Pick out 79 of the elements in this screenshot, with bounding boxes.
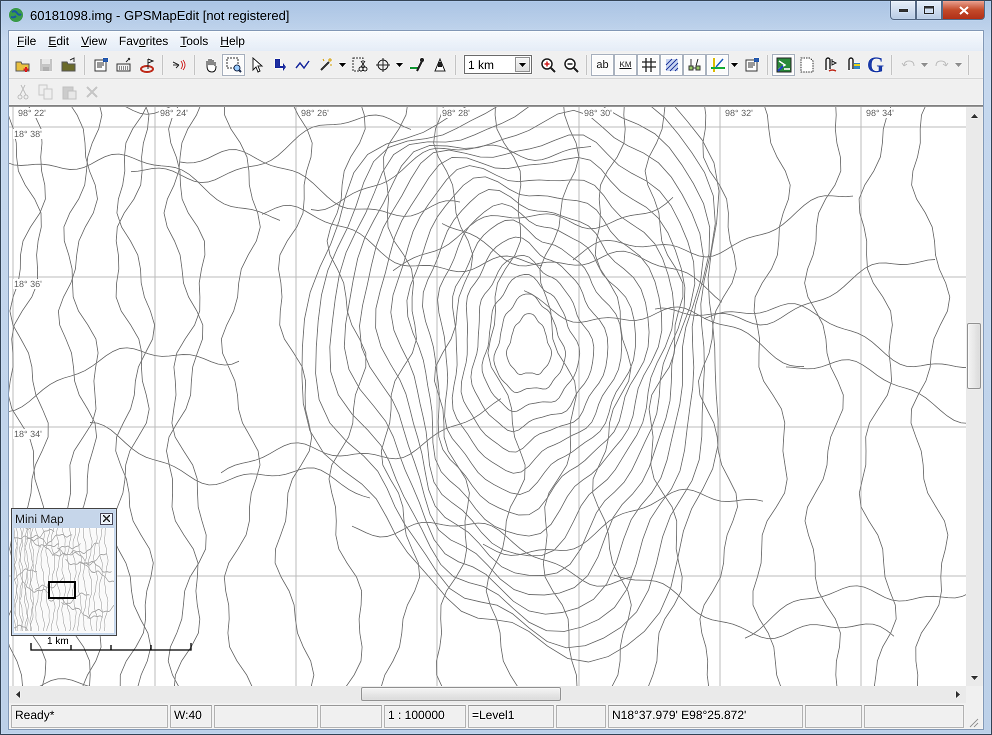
left-arrow-icon bbox=[16, 691, 20, 698]
toolbar-button[interactable]: KM bbox=[614, 54, 637, 76]
horizontal-scrollbar[interactable] bbox=[9, 686, 966, 703]
close-button[interactable] bbox=[942, 1, 985, 20]
document-icon bbox=[92, 56, 108, 72]
zoom-out-icon bbox=[562, 56, 578, 72]
right-arrow-icon bbox=[956, 691, 960, 698]
paste-icon bbox=[60, 84, 76, 100]
caret-icon bbox=[519, 62, 526, 66]
menu-item[interactable]: File bbox=[11, 34, 42, 48]
status-pane: 1 : 100000 bbox=[384, 705, 466, 728]
globe-icon bbox=[8, 7, 24, 23]
caret-icon bbox=[731, 62, 738, 66]
scroll-thumb[interactable] bbox=[967, 323, 981, 389]
longitude-label: 98° 24' bbox=[159, 108, 189, 118]
longitude-label: 98° 22' bbox=[17, 108, 47, 118]
status-pane: N18°37.979' E98°25.872' bbox=[608, 705, 803, 728]
down-arrow-icon bbox=[971, 676, 978, 680]
scroll-thumb[interactable] bbox=[361, 687, 561, 701]
maximize-button[interactable] bbox=[916, 1, 942, 20]
hatch-icon bbox=[664, 56, 680, 72]
window-title: 60181098.img - GPSMapEdit [not registered] bbox=[30, 8, 290, 23]
zoom-in-icon bbox=[540, 56, 556, 72]
scale-dropdown[interactable]: 1 km bbox=[464, 55, 532, 74]
folder-icon bbox=[60, 56, 76, 72]
nodes-icon bbox=[686, 56, 702, 72]
grid-icon bbox=[640, 56, 656, 72]
delete-icon bbox=[84, 84, 100, 100]
select-cut-icon bbox=[352, 56, 368, 72]
pin-icon bbox=[408, 56, 424, 72]
zoom-rectangle-icon bbox=[226, 56, 242, 72]
menu-item[interactable]: Tools bbox=[174, 34, 214, 48]
minimize-button[interactable] bbox=[890, 1, 916, 20]
flag-icon bbox=[138, 56, 154, 72]
scale-label: 1 km bbox=[46, 636, 70, 647]
page-icon bbox=[798, 56, 814, 72]
menu-item[interactable]: Help bbox=[214, 34, 251, 48]
ruler-icon bbox=[432, 56, 448, 72]
vertical-scrollbar[interactable] bbox=[966, 107, 983, 686]
longitude-label: 98° 28' bbox=[441, 108, 471, 118]
caret-icon bbox=[339, 62, 346, 66]
document-icon bbox=[744, 56, 760, 72]
move-icon bbox=[374, 56, 390, 72]
caret-icon bbox=[921, 62, 928, 66]
scissors-icon bbox=[14, 84, 30, 100]
map-export-icon bbox=[776, 56, 792, 72]
axis-icon bbox=[710, 56, 726, 72]
toolbar-button[interactable]: ab bbox=[591, 54, 614, 76]
copy-icon bbox=[38, 84, 54, 100]
menu-item[interactable]: Favorites bbox=[112, 34, 174, 48]
close-button[interactable] bbox=[100, 512, 113, 524]
status-pane: =Level1 bbox=[468, 705, 554, 728]
toolbar-button[interactable] bbox=[660, 54, 683, 76]
keyboard-icon bbox=[116, 56, 132, 72]
menu-item[interactable]: Edit bbox=[42, 34, 76, 48]
maximize-icon bbox=[924, 6, 934, 14]
longitude-label: 98° 26' bbox=[300, 108, 330, 118]
longitude-label: 98° 34' bbox=[865, 108, 895, 118]
minimize-icon bbox=[898, 8, 908, 12]
longitude-label: 98° 30' bbox=[583, 108, 613, 118]
toolbar-button[interactable] bbox=[637, 54, 660, 76]
close-icon bbox=[958, 6, 968, 14]
close-icon bbox=[103, 515, 110, 522]
latitude-label: 18° 38' bbox=[13, 129, 43, 139]
status-pane: W:40 bbox=[170, 705, 212, 728]
status-pane: Ready* bbox=[11, 705, 168, 728]
magic-wand-icon bbox=[318, 56, 334, 72]
caret-icon bbox=[955, 62, 962, 66]
latitude-label: 18° 34' bbox=[13, 429, 43, 439]
menu-item[interactable]: View bbox=[75, 34, 113, 48]
up-arrow-icon bbox=[971, 114, 978, 118]
latitude-label: 18° 36' bbox=[13, 279, 43, 289]
longitude-label: 98° 32' bbox=[724, 108, 754, 118]
toolbar-button[interactable] bbox=[683, 54, 706, 76]
toolbar-button[interactable] bbox=[772, 54, 795, 76]
caret-icon bbox=[396, 62, 403, 66]
panel-title: Mini Map bbox=[15, 512, 64, 526]
toolbar-button[interactable]: G bbox=[864, 54, 887, 76]
toolbar-button[interactable] bbox=[222, 54, 245, 76]
